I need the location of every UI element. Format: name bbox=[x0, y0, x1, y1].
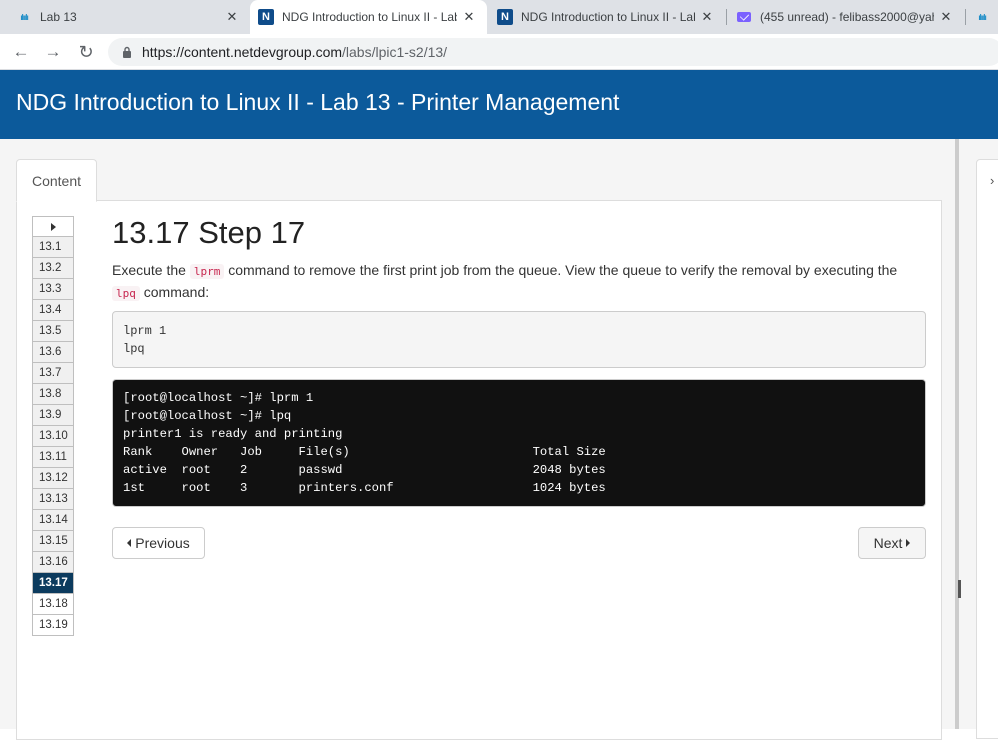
command-block[interactable]: lprm 1 lpq bbox=[112, 311, 926, 368]
step-content: 13.17 Step 17 Execute the lprm command t… bbox=[112, 214, 926, 559]
forward-button[interactable]: → bbox=[41, 40, 65, 64]
inline-code-lprm: lprm bbox=[189, 264, 225, 279]
inline-code-lpq: lpq bbox=[112, 286, 140, 301]
right-panel bbox=[976, 159, 998, 739]
step-item[interactable]: 13.6 bbox=[32, 342, 74, 363]
url-input[interactable]: https://content.netdevgroup.com/labs/lpi… bbox=[108, 38, 998, 66]
site-header: NDG Introduction to Linux II - Lab 13 - … bbox=[0, 70, 998, 139]
reload-button[interactable]: ↻ bbox=[74, 40, 98, 64]
browser-tab-ndg[interactable]: N NDG Introduction to Linux II - Lab ✕ bbox=[489, 0, 725, 34]
url-path: /labs/lpic1-s2/13/ bbox=[342, 44, 448, 60]
close-icon[interactable]: ✕ bbox=[938, 9, 954, 25]
close-icon[interactable]: ✕ bbox=[224, 9, 240, 25]
caret-left-icon bbox=[127, 539, 132, 547]
step-item[interactable]: 13.1 bbox=[32, 237, 74, 258]
step-item[interactable]: 13.15 bbox=[32, 531, 74, 552]
mail-icon bbox=[736, 9, 752, 25]
browser-tab-lab13[interactable]: ılıılı Lab 13 ✕ bbox=[0, 0, 250, 34]
next-button[interactable]: Next bbox=[858, 527, 926, 559]
tab-content[interactable]: Content bbox=[16, 159, 97, 202]
browser-tab-mail[interactable]: (455 unread) - felibass2000@yah ✕ bbox=[728, 0, 964, 34]
step-item[interactable]: 13.5 bbox=[32, 321, 74, 342]
next-label: Next bbox=[873, 535, 903, 551]
step-item[interactable]: 13.16 bbox=[32, 552, 74, 573]
browser-tab-partial[interactable]: ılıılı bbox=[966, 0, 998, 34]
tab-title: Lab 13 bbox=[40, 10, 77, 24]
browser-tab-strip: ılıılı Lab 13 ✕ N NDG Introduction to Li… bbox=[0, 0, 998, 34]
step-item[interactable]: 13.19 bbox=[32, 615, 74, 636]
lock-icon bbox=[120, 46, 134, 58]
step-item[interactable]: 13.9 bbox=[32, 405, 74, 426]
close-icon[interactable]: ✕ bbox=[461, 9, 477, 25]
step-item[interactable]: 13.3 bbox=[32, 279, 74, 300]
step-instructions: Execute the lprm command to remove the f… bbox=[112, 260, 912, 304]
step-item[interactable]: 13.12 bbox=[32, 468, 74, 489]
step-item[interactable]: 13.18 bbox=[32, 594, 74, 615]
terminal-line: [root@localhost ~]# lpq bbox=[123, 409, 292, 423]
step-item[interactable]: 13.11 bbox=[32, 447, 74, 468]
step-item[interactable]: 13.13 bbox=[32, 489, 74, 510]
collapse-steps-button[interactable] bbox=[32, 216, 74, 237]
terminal-line: printer1 is ready and printing bbox=[123, 427, 343, 441]
step-item-current[interactable]: 13.17 bbox=[32, 573, 74, 594]
browser-tab-ndg-active[interactable]: N NDG Introduction to Linux II - Lab ✕ bbox=[250, 0, 487, 34]
chevron-right-icon[interactable]: › bbox=[990, 173, 994, 188]
tab-separator bbox=[726, 9, 727, 25]
step-item[interactable]: 13.14 bbox=[32, 510, 74, 531]
close-icon[interactable]: ✕ bbox=[699, 9, 715, 25]
step-item[interactable]: 13.7 bbox=[32, 363, 74, 384]
command-line: lpq bbox=[123, 342, 145, 356]
tab-title: NDG Introduction to Linux II - Lab bbox=[521, 10, 695, 24]
back-button[interactable]: ← bbox=[9, 40, 33, 64]
command-line: lprm 1 bbox=[123, 324, 167, 338]
instruction-text: command to remove the first print job fr… bbox=[224, 262, 898, 278]
step-navigation: 13.1 13.2 13.3 13.4 13.5 13.6 13.7 13.8 … bbox=[32, 216, 74, 636]
caret-right-icon bbox=[50, 222, 56, 231]
terminal-line: Rank Owner Job File(s) Total Size bbox=[123, 445, 606, 459]
previous-button[interactable]: Previous bbox=[112, 527, 205, 559]
terminal-line: active root 2 passwd 2048 bytes bbox=[123, 463, 606, 477]
caret-right-icon bbox=[906, 539, 911, 547]
step-item[interactable]: 13.4 bbox=[32, 300, 74, 321]
page-title: NDG Introduction to Linux II - Lab 13 - … bbox=[16, 89, 620, 115]
instruction-text: command: bbox=[139, 284, 210, 300]
step-item[interactable]: 13.2 bbox=[32, 258, 74, 279]
ndg-icon: N bbox=[497, 9, 513, 25]
step-item[interactable]: 13.8 bbox=[32, 384, 74, 405]
url-host: https://content.netdevgroup.com bbox=[142, 44, 343, 60]
ndg-icon: N bbox=[258, 9, 274, 25]
splitter-handle[interactable] bbox=[958, 580, 961, 598]
terminal-line: [root@localhost ~]# lprm 1 bbox=[123, 391, 314, 405]
instruction-text: Execute the bbox=[112, 262, 190, 278]
cisco-icon: ılıılı bbox=[20, 12, 28, 22]
cisco-icon: ılıılı bbox=[978, 12, 986, 22]
previous-label: Previous bbox=[135, 535, 190, 551]
address-bar: ← → ↻ https://content.netdevgroup.com/la… bbox=[0, 34, 998, 70]
terminal-line: 1st root 3 printers.conf 1024 bytes bbox=[123, 481, 606, 495]
panel-splitter[interactable] bbox=[955, 139, 959, 729]
tab-title: NDG Introduction to Linux II - Lab bbox=[282, 10, 457, 24]
tab-title: (455 unread) - felibass2000@yah bbox=[760, 10, 934, 24]
terminal-output: [root@localhost ~]# lprm 1 [root@localhos… bbox=[112, 379, 926, 507]
step-item[interactable]: 13.10 bbox=[32, 426, 74, 447]
step-title: 13.17 Step 17 bbox=[112, 215, 306, 250]
